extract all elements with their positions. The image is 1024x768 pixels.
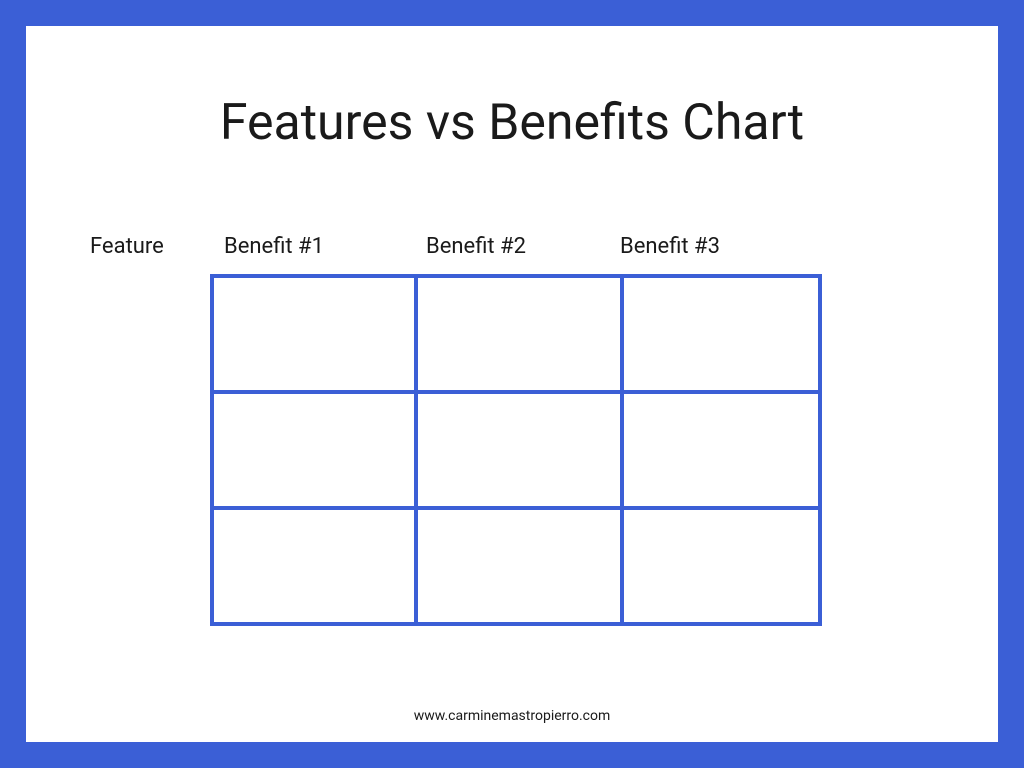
header-benefit-1: Benefit #1 [224, 234, 324, 259]
chart-card: Features vs Benefits Chart Feature Benef… [26, 26, 998, 742]
header-benefit-3: Benefit #3 [620, 234, 720, 259]
grid-vline [414, 278, 418, 622]
header-feature: Feature [90, 234, 164, 259]
grid-hline [214, 390, 818, 394]
chart-grid [210, 274, 822, 626]
chart-title: Features vs Benefits Chart [26, 94, 998, 152]
footer-url: www.carminemastropierro.com [26, 708, 998, 724]
grid-vline [620, 278, 624, 622]
header-benefit-2: Benefit #2 [426, 234, 526, 259]
grid-hline [214, 506, 818, 510]
